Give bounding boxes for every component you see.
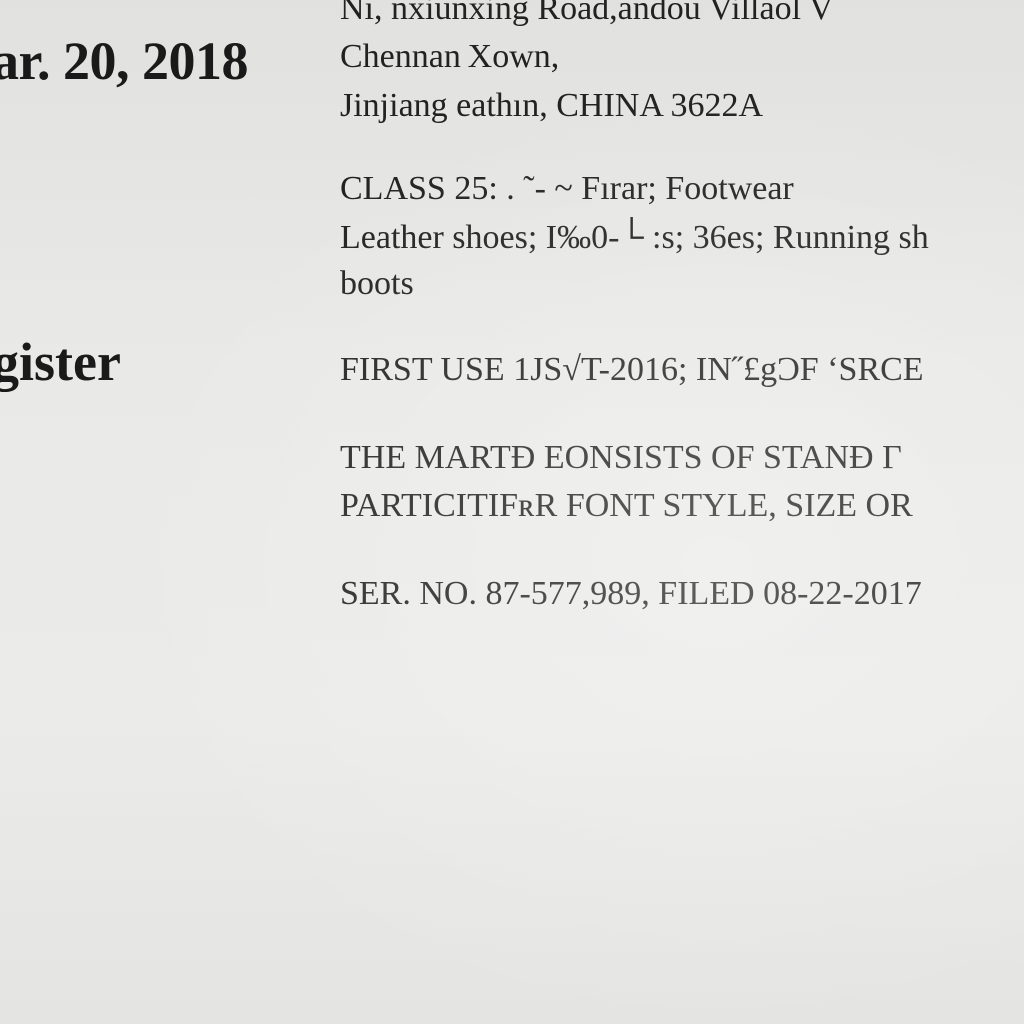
serial-number-line: SER. NO. 87-577,989, FILED 08-22-2017 [340, 575, 922, 612]
goods-class-line-2: Leather shoes; I‰0-└ :s; 36es; Running s… [340, 219, 929, 256]
owner-address-line-1: Nı, nxiunxing Road,andou Villaol V [340, 0, 834, 27]
mark-description-line-1: THE MARTƉ EONSISTS OF STANƉ Γ [340, 439, 902, 476]
mark-description-line-2: PARTICITIFʀR FONT STYLE, SIZE OR [340, 487, 913, 524]
goods-class-line-3: boots [340, 265, 414, 302]
first-use-line: FIRST USE 1JS√T-2016; IN˝£gƆF ʻSRCE [340, 351, 924, 388]
document-page: ar. 20, 2018 gister Nı, nxiunxing Road,a… [0, 0, 1024, 1024]
register-label-fragment: gister [0, 332, 121, 392]
goods-class-line-1: CLASS 25: . ˜- ~ Fırar; Footwear [340, 170, 794, 207]
owner-address-line-3: Jinjiang eathın, CHINA 3622A [340, 87, 764, 124]
registration-date-fragment: ar. 20, 2018 [0, 31, 249, 91]
owner-address-line-2: Chennan Хown, [340, 38, 560, 75]
